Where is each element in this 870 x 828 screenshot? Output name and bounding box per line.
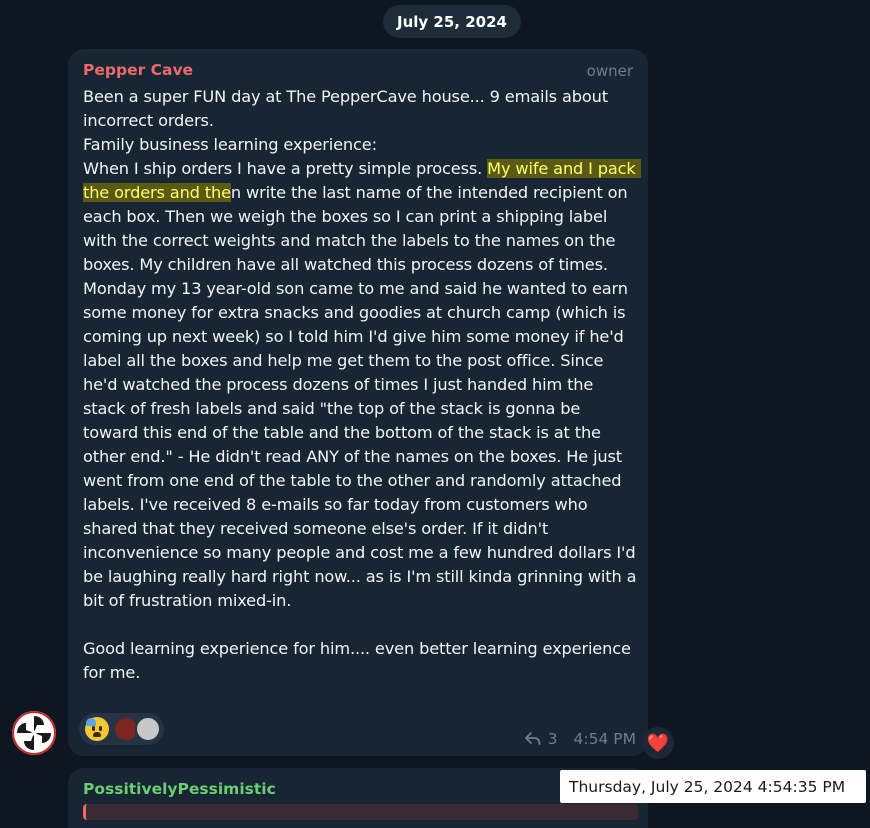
reply-count[interactable]: 3 [548,730,558,748]
heart-icon: ❤️ [646,732,670,754]
sender-name[interactable]: Pepper Cave [83,61,193,79]
sender-avatar[interactable] [11,710,57,756]
message-time: 4:54 PM [573,730,636,748]
reply-arrow-icon[interactable] [524,731,542,747]
reply-quote[interactable] [83,804,638,820]
message-text: Been a super FUN day at The PepperCave h… [83,85,641,685]
message-text-part: n write the last name of the intended re… [83,183,637,682]
pinwheel-logo-icon [12,711,56,755]
message-bubble[interactable]: Pepper Cave owner Been a super FUN day a… [68,49,648,756]
date-separator: July 25, 2024 [383,5,521,38]
next-sender-name[interactable]: PossitivelyPessimistic [83,780,276,798]
owner-badge: owner [586,62,633,80]
heart-reaction[interactable]: ❤️ [642,727,674,759]
reactor-avatar [135,716,161,742]
anxious-face-with-sweat-icon [85,717,109,741]
reactions-pill[interactable] [79,713,164,745]
timestamp-tooltip: Thursday, July 25, 2024 4:54:35 PM [560,770,866,803]
message-meta: 3 4:54 PM [524,730,636,748]
